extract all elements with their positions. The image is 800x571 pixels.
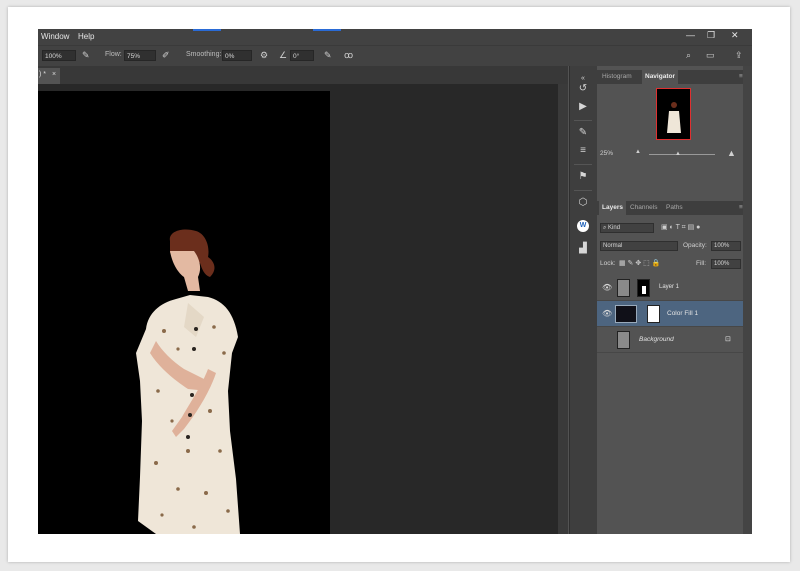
paragraph-icon[interactable]: ▟ — [575, 242, 591, 256]
canvas-area[interactable] — [38, 84, 558, 534]
tab-histogram[interactable]: Histogram — [599, 70, 635, 84]
menu-help[interactable]: Help — [78, 32, 94, 41]
layer-row-background[interactable]: Background ⊡ — [597, 327, 743, 353]
tab-paths[interactable]: Paths — [663, 201, 686, 215]
title-accent — [193, 29, 221, 31]
navigator-preview[interactable] — [656, 88, 691, 140]
canvas-scrollbar[interactable] — [558, 84, 568, 534]
size-zoom-field[interactable]: 100% — [42, 50, 76, 61]
zoom-slider-handle[interactable]: ▲ — [675, 151, 681, 157]
tab-channels[interactable]: Channels — [627, 201, 660, 215]
document-tab-label: ) * — [39, 71, 46, 78]
lock-icon: ⊡ — [725, 336, 731, 343]
tool-separator — [574, 164, 592, 165]
filter-icons[interactable]: ▣ ◐ T ⌗ ▤ ● — [661, 223, 700, 232]
photoshop-window: Window Help — ❐ ✕ 100% ✎ Flow: 75% ✐ Smo… — [38, 29, 752, 534]
visibility-eye-icon[interactable]: 👁 — [602, 283, 612, 292]
right-panels: Histogram Navigator ≡ 25% ▲ ▲ ▲ Layers C… — [597, 66, 752, 534]
flow-field[interactable]: 75% — [124, 50, 156, 61]
navigator-preview-image — [667, 102, 681, 133]
visibility-eye-icon[interactable]: 👁 — [602, 309, 612, 318]
panels-scrollbar[interactable] — [743, 66, 752, 534]
document-canvas[interactable] — [38, 91, 330, 534]
zoom-slider-track[interactable] — [649, 154, 715, 155]
plugin-w-icon[interactable]: W — [575, 218, 591, 232]
minimize-button[interactable]: — — [686, 30, 695, 40]
layer-filter-select[interactable]: ⌕ Kind — [600, 223, 654, 233]
flow-label: Flow: — [105, 51, 122, 58]
navigator-tabs: Histogram Navigator ≡ — [597, 70, 752, 84]
play-action-icon[interactable]: ▶ — [575, 100, 591, 114]
layers-tabs: Layers Channels Paths ≡ — [597, 201, 752, 215]
angle-icon: ∠ — [279, 50, 288, 60]
flow-value: 75% — [127, 53, 141, 60]
navigator-zoom-row: 25% ▲ ▲ ▲ — [597, 148, 752, 161]
options-bar: 100% ✎ Flow: 75% ✐ Smoothing: 0% ⚙ ∠ 0° … — [38, 45, 752, 66]
history-icon[interactable]: ↺ — [575, 82, 591, 96]
smoothing-field[interactable]: 0% — [222, 50, 252, 61]
workspace-icon[interactable]: ▭ — [706, 50, 715, 60]
gear-icon[interactable]: ⚙ — [260, 50, 268, 60]
layer-row-layer-1[interactable]: 👁 Layer 1 — [597, 275, 743, 301]
layer-name[interactable]: Color Fill 1 — [667, 310, 698, 317]
pressure-opacity-icon[interactable]: ✎ — [82, 50, 90, 60]
tool-separator — [574, 190, 592, 191]
title-accent — [313, 29, 341, 31]
3d-cube-icon[interactable]: ⬡ — [575, 196, 591, 210]
zoom-in-icon[interactable]: ▲ — [727, 148, 736, 158]
smoothing-value: 0% — [225, 53, 235, 60]
woman-photo — [136, 229, 240, 534]
navigator-zoom-value: 25% — [600, 150, 614, 157]
menu-bar: Window Help — ❐ ✕ — [38, 29, 752, 45]
layer-row-color-fill-1[interactable]: 👁 Color Fill 1 — [597, 301, 743, 327]
lock-label: Lock: — [600, 260, 616, 267]
tab-close-icon[interactable]: × — [52, 68, 56, 82]
opacity-value: 100% — [714, 243, 730, 249]
layer-thumbnail — [617, 331, 630, 349]
tool-separator — [574, 120, 592, 121]
fill-label: Fill: — [696, 260, 707, 267]
blend-mode-value: Normal — [603, 243, 623, 249]
mask-shape — [641, 286, 646, 294]
adjustments-icon[interactable]: ≡ — [575, 144, 591, 158]
layer-mask-thumbnail[interactable] — [637, 279, 650, 297]
layer-thumbnail — [617, 279, 630, 297]
size-zoom-value: 100% — [45, 53, 62, 60]
opacity-field[interactable]: 100% — [711, 241, 741, 251]
brush-settings-icon[interactable]: ✎ — [575, 126, 591, 140]
clone-source-icon[interactable]: ⚑ — [575, 170, 591, 184]
share-icon[interactable]: ⇪ — [735, 50, 743, 60]
smoothing-label: Smoothing: — [186, 51, 222, 58]
zoom-out-icon[interactable]: ▲ — [635, 149, 641, 155]
blend-mode-select[interactable]: Normal — [600, 241, 678, 251]
fill-field[interactable]: 100% — [711, 259, 741, 269]
filter-kind-value: Kind — [608, 225, 621, 231]
fill-value: 100% — [714, 261, 730, 267]
search-icon[interactable]: ⌕ — [686, 50, 691, 60]
angle-field[interactable]: 0° — [290, 50, 314, 61]
layer-mask-thumbnail[interactable] — [647, 305, 660, 323]
document-tab-bar: ) * × — [38, 66, 568, 84]
tab-navigator[interactable]: Navigator — [642, 70, 678, 84]
fill-layer-thumbnail — [615, 305, 637, 323]
pressure-size-icon[interactable]: ✎ — [324, 50, 332, 60]
restore-button[interactable]: ❐ — [707, 30, 715, 41]
tab-layers[interactable]: Layers — [599, 201, 626, 215]
symmetry-icon[interactable]: ꝏ — [344, 50, 353, 60]
panel-tool-strip: « ↺ ▶ ✎ ≡ ⚑ ⬡ W ▟ — [569, 66, 598, 534]
airbrush-icon[interactable]: ✐ — [162, 50, 170, 60]
angle-value: 0° — [293, 53, 300, 60]
layer-name[interactable]: Background — [639, 336, 674, 343]
lock-icons[interactable]: ▦ ✎ ✥ ⬚ 🔒 — [619, 259, 660, 267]
menu-window[interactable]: Window — [41, 32, 69, 41]
layer-name[interactable]: Layer 1 — [659, 284, 679, 290]
document-tab[interactable]: ) * × — [38, 68, 60, 84]
close-button[interactable]: ✕ — [731, 30, 739, 41]
opacity-label: Opacity: — [683, 242, 707, 249]
